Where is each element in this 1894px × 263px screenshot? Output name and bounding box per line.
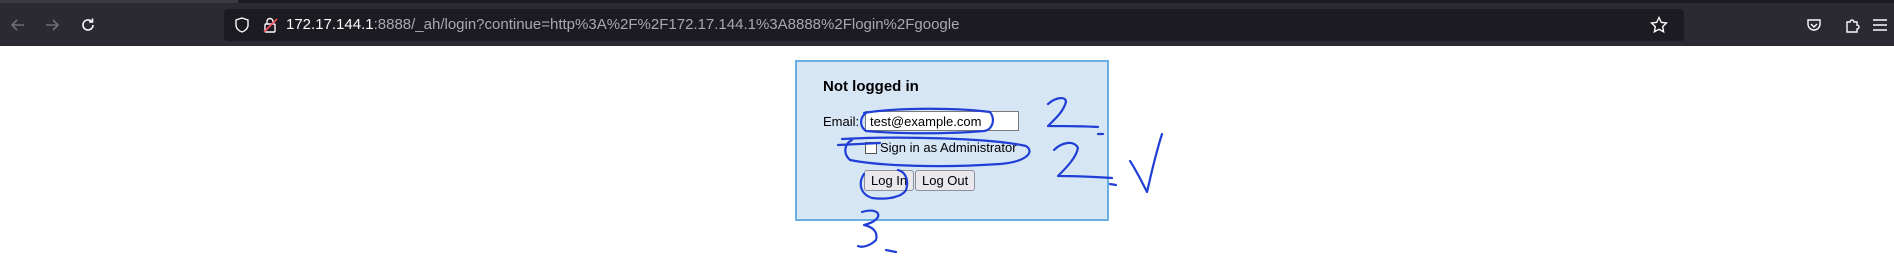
extensions-button[interactable] [1836,9,1868,41]
browser-toolbar: 172.17.144.1:8888/_ah/login?continue=htt… [0,3,1894,46]
reload-icon [82,18,94,31]
hamburger-menu-icon [1873,19,1887,31]
url-text[interactable]: 172.17.144.1:8888/_ah/login?continue=htt… [286,9,959,41]
email-label: Email: [823,114,860,129]
log-out-button[interactable]: Log Out [915,170,976,191]
forward-arrow-icon [46,19,60,31]
url-path: :8888/_ah/login?continue=http%3A%2F%2F17… [373,16,960,33]
login-form-box: Not logged in Email: Sign in as Administ… [795,60,1109,221]
page-content: Not logged in Email: Sign in as Administ… [0,46,1894,263]
puzzle-icon [1846,19,1860,33]
url-host: 172.17.144.1 [286,16,374,33]
forward-button[interactable] [36,9,68,41]
insecure-lock-icon[interactable] [262,16,280,34]
pocket-button[interactable] [1798,9,1830,41]
address-bar[interactable]: 172.17.144.1:8888/_ah/login?continue=htt… [224,9,1684,41]
log-in-button[interactable]: Log In [864,170,915,191]
reload-button[interactable] [72,9,104,41]
admin-checkbox-label[interactable]: Sign in as Administrator [880,140,1017,155]
pocket-icon [1807,19,1821,31]
back-arrow-icon [10,19,24,31]
back-button[interactable] [2,9,34,41]
admin-checkbox[interactable] [865,141,877,154]
admin-option-row: Sign in as Administrator [865,140,1017,155]
login-status-heading: Not logged in [823,78,919,95]
bookmark-star-icon[interactable] [1650,16,1668,34]
email-input[interactable] [865,111,1019,131]
menu-button[interactable] [1866,9,1894,41]
tracking-shield-icon[interactable] [234,17,250,33]
